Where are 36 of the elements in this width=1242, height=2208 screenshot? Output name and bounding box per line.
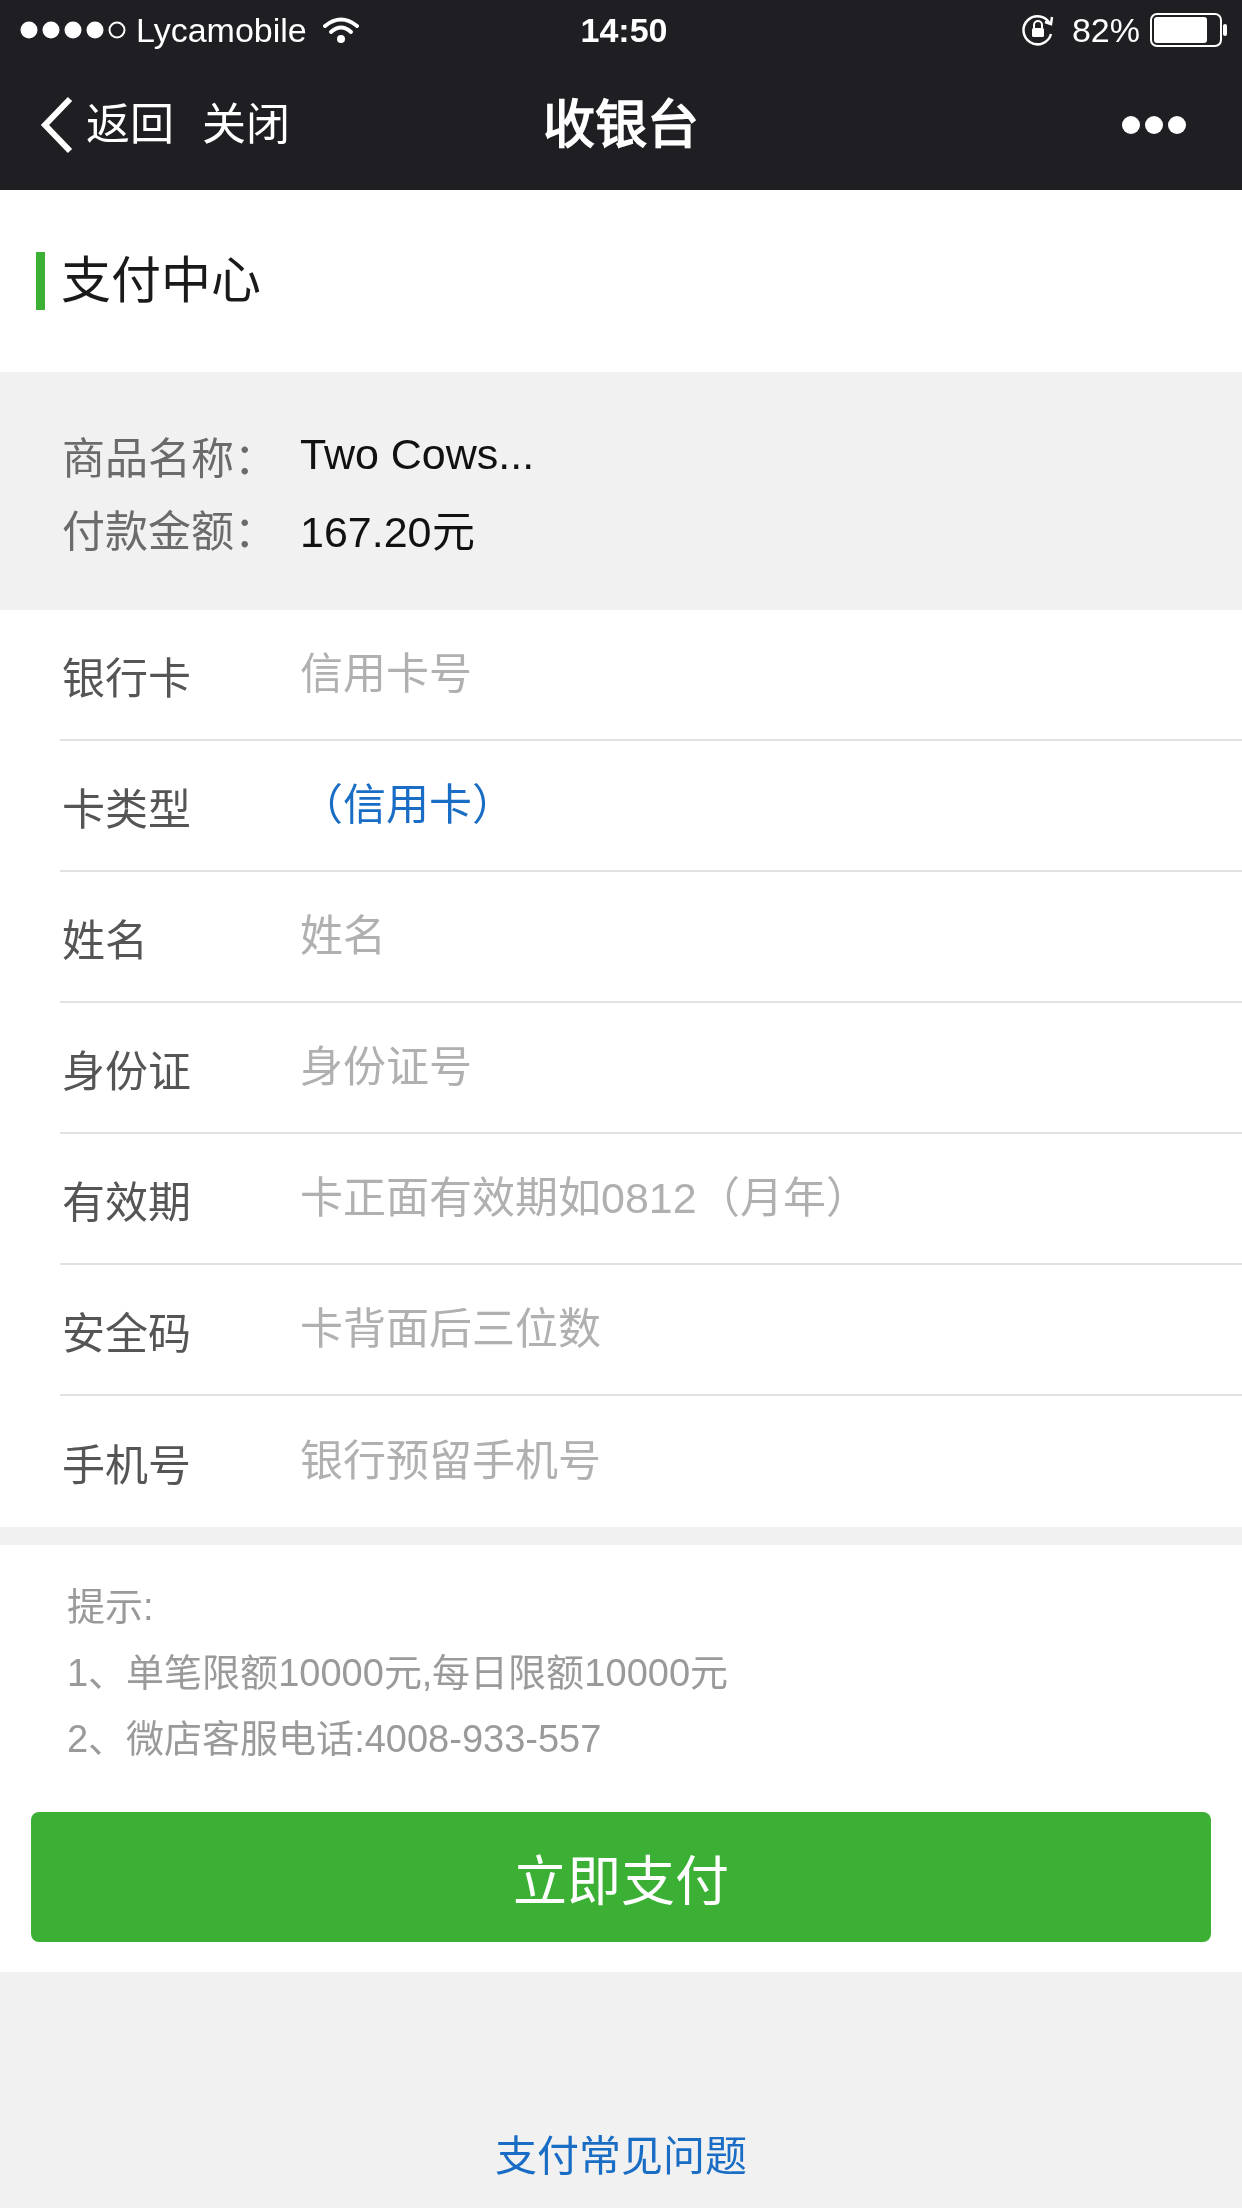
summary-value: Two Cows... (300, 430, 535, 479)
more-icon[interactable] (1122, 116, 1186, 134)
carrier-name: Lycamobile (136, 10, 307, 50)
text-field[interactable]: 姓名 (300, 901, 1202, 972)
battery-icon (1150, 13, 1228, 47)
text-field[interactable]: 卡正面有效期如0812（月年） (300, 1163, 1202, 1234)
accent-bar (36, 252, 45, 310)
field-label: 银行卡 (62, 653, 192, 705)
battery-percent: 82% (1071, 10, 1140, 50)
text-field[interactable]: 身份证号 (300, 1032, 1202, 1103)
tip-text: 2、微店客服电话:4008-933-557 (66, 1717, 603, 1762)
field-label: 身份证 (62, 1046, 192, 1098)
clock-time: 14:50 (580, 10, 668, 50)
section-title: 支付中心 (61, 252, 261, 311)
chevron-left-icon (40, 96, 74, 154)
summary-label: 付款金额： (62, 506, 278, 558)
tip-heading: 提示: (66, 1585, 155, 1630)
card-type-select[interactable]: （信用卡） (300, 779, 515, 832)
back-button[interactable]: 返回 (40, 96, 174, 154)
tip-text: 1、单笔限额10000元,每日限额10000元 (66, 1651, 730, 1696)
field-label: 姓名 (62, 915, 149, 967)
rotation-lock-icon (1019, 12, 1056, 48)
page-title: 收银台 (543, 94, 699, 156)
field-label: 安全码 (62, 1308, 192, 1360)
text-field[interactable]: 银行预留手机号 (300, 1426, 1202, 1497)
field-label: 手机号 (62, 1440, 192, 1492)
close-button[interactable]: 关闭 (202, 98, 290, 152)
wifi-icon (322, 16, 359, 44)
text-field[interactable]: 信用卡号 (300, 639, 1202, 710)
summary-label: 商品名称： (62, 433, 278, 485)
field-label: 卡类型 (62, 784, 192, 836)
field-label: 有效期 (62, 1177, 192, 1229)
summary-value: 167.20元 (300, 506, 475, 558)
faq-link[interactable]: 支付常见问题 (495, 2132, 747, 2183)
text-field[interactable]: 卡背面后三位数 (300, 1294, 1202, 1365)
pay-button[interactable]: 立即支付 (31, 1812, 1211, 1942)
